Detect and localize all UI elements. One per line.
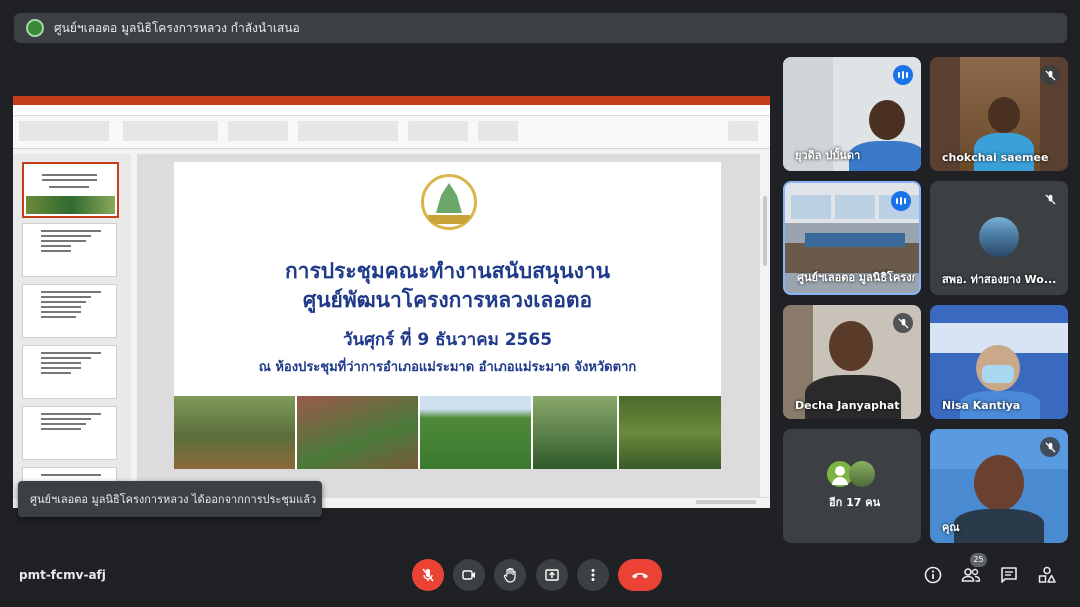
- presenter-banner-text: ศูนย์ฯเลอตอ มูลนิธิโครงการหลวง กำลังนำเส…: [54, 20, 300, 35]
- camera-toggle-button[interactable]: [453, 559, 485, 591]
- slide-thumbnail[interactable]: [22, 345, 117, 399]
- shared-screen: การประชุมคณะทำงานสนับสนุนงาน ศูนย์พัฒนาโ…: [13, 96, 770, 508]
- powerpoint-titlebar: [13, 96, 770, 105]
- mic-off-icon: [422, 568, 434, 582]
- toast-message: ศูนย์ฯเลอตอ มูลนิธิโครงการหลวง ได้ออกจาก…: [30, 493, 317, 506]
- powerpoint-tabs: [13, 105, 770, 116]
- participant-tile[interactable]: ยุวดิล ปบั้นดา: [783, 57, 921, 171]
- slide-thumbnail[interactable]: [22, 223, 117, 277]
- hang-up-icon: [632, 573, 648, 579]
- participant-tile-presenter[interactable]: ศูนย์ฯเลอตอ มูลนิธิโครงการหลวง: [783, 181, 921, 295]
- slide-canvas: การประชุมคณะทำงานสนับสนุนงาน ศูนย์พัฒนาโ…: [137, 154, 760, 498]
- present-icon: [545, 569, 559, 581]
- participant-name: Nisa Kantiya: [942, 399, 1021, 412]
- info-icon: [924, 566, 942, 584]
- participant-name: Decha Janyaphat: [795, 399, 900, 412]
- activities-button[interactable]: [1035, 563, 1059, 587]
- participant-tile-self[interactable]: คุณ: [930, 429, 1068, 543]
- avatar: [849, 461, 875, 487]
- slide-location: ณ ห้องประชุมที่ว่าการอำเภอแม่ระมาด อำเภอ…: [258, 360, 637, 375]
- muted-mic-icon: [1040, 437, 1060, 457]
- speaking-indicator-icon: [893, 65, 913, 85]
- participant-name: ศูนย์ฯเลอตอ มูลนิธิโครงการหลวง: [797, 271, 915, 284]
- left-meeting-toast: ศูนย์ฯเลอตอ มูลนิธิโครงการหลวง ได้ออกจาก…: [18, 481, 322, 517]
- slide-title-line-2: ศูนย์พัฒนาโครงการหลวงเลอตอ: [302, 288, 593, 312]
- raise-hand-button[interactable]: [494, 559, 526, 591]
- slide-thumbnail[interactable]: [22, 406, 117, 460]
- muted-mic-icon: [893, 313, 913, 333]
- more-options-button[interactable]: [577, 559, 609, 591]
- participant-tile[interactable]: chokchai saemee: [930, 57, 1068, 171]
- chat-button[interactable]: [997, 563, 1021, 587]
- participant-name: chokchai saemee: [942, 151, 1049, 164]
- speaking-indicator-icon: [891, 191, 911, 211]
- people-button[interactable]: [959, 563, 983, 587]
- activities-icon: [1038, 566, 1056, 583]
- more-participants-tile[interactable]: อีก 17 คน: [783, 429, 921, 543]
- muted-mic-icon: [1040, 65, 1060, 85]
- raise-hand-icon: [503, 567, 516, 583]
- royal-project-emblem-icon: [421, 174, 477, 230]
- slide-date: วันศุกร์ ที่ 9 ธันวาคม 2565: [342, 330, 553, 350]
- presenting-banner: ศูนย์ฯเลอตอ มูลนิธิโครงการหลวง กำลังนำเส…: [14, 13, 1067, 43]
- slide-thumbnail[interactable]: [22, 284, 117, 338]
- more-participants-label: อีก 17 คน: [829, 496, 881, 509]
- participant-name: สพอ. ท่าสองยาง Wo...: [942, 273, 1057, 286]
- slide-thumbnails: [13, 154, 131, 508]
- meeting-details-button[interactable]: [921, 563, 945, 587]
- slide-photo-strip: [174, 396, 721, 469]
- participant-tile[interactable]: Nisa Kantiya: [930, 305, 1068, 419]
- participant-name: คุณ: [942, 521, 960, 534]
- leave-call-button[interactable]: [618, 559, 662, 591]
- meeting-code: pmt-fcmv-afj: [19, 568, 106, 582]
- present-screen-button[interactable]: [536, 559, 568, 591]
- slide-scrollbar[interactable]: [763, 196, 767, 266]
- muted-mic-icon: [1040, 189, 1060, 209]
- camera-icon: [462, 570, 475, 580]
- powerpoint-ribbon: [13, 116, 770, 149]
- chat-icon: [1001, 567, 1017, 583]
- participant-name: ยุวดิล ปบั้นดา: [795, 149, 861, 162]
- current-slide: การประชุมคณะทำงานสนับสนุนงาน ศูนย์พัฒนาโ…: [174, 162, 721, 469]
- participant-avatar: [979, 217, 1019, 257]
- presenter-logo: [26, 19, 44, 37]
- people-icon: [961, 568, 981, 582]
- mic-toggle-button[interactable]: [412, 559, 444, 591]
- more-options-icon: [591, 569, 595, 581]
- participant-tile[interactable]: สพอ. ท่าสองยาง Wo...: [930, 181, 1068, 295]
- slide-thumbnail[interactable]: [22, 162, 119, 218]
- participant-tile[interactable]: Decha Janyaphat: [783, 305, 921, 419]
